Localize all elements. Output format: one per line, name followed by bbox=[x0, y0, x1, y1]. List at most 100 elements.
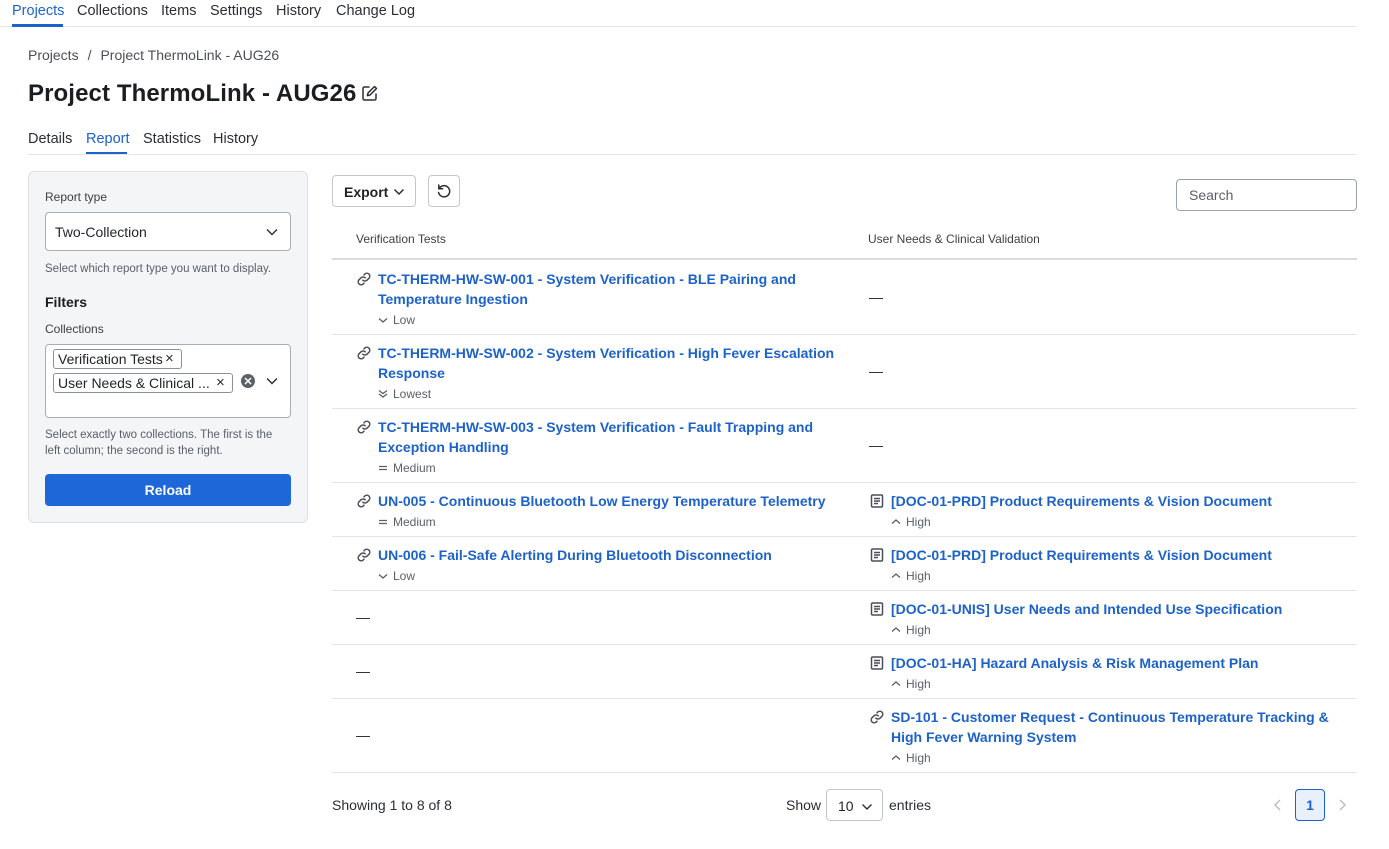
priority-label: Low bbox=[378, 569, 415, 583]
page-title: Project ThermoLink - AUG26 bbox=[28, 80, 357, 107]
nav-change-log[interactable]: Change Log bbox=[336, 3, 415, 19]
nav-history[interactable]: History bbox=[276, 3, 321, 19]
nav-active-indicator bbox=[12, 24, 63, 27]
link-text-line: UN-006 - Fail-Safe Alerting During Bluet… bbox=[378, 547, 772, 563]
priority-text: High bbox=[906, 751, 931, 765]
chevron-right-icon[interactable] bbox=[1336, 798, 1348, 812]
column-header-right[interactable]: User Needs & Clinical Validation bbox=[868, 232, 1040, 246]
link-text-line: [DOC-01-HA] Hazard Analysis & Risk Manag… bbox=[891, 655, 1259, 671]
link-text-line: [DOC-01-PRD] Product Requirements & Visi… bbox=[891, 493, 1272, 509]
user-need-link[interactable]: [DOC-01-UNIS] User Needs and Intended Us… bbox=[891, 599, 1282, 619]
priority-medium-icon bbox=[378, 461, 393, 475]
link-icon bbox=[356, 493, 372, 509]
chevron-down-icon bbox=[393, 188, 405, 196]
priority-label: High bbox=[891, 569, 931, 583]
empty-cell-dash: — bbox=[869, 363, 883, 379]
collections-multiselect[interactable]: Verification Tests × User Needs & Clinic… bbox=[45, 344, 291, 418]
tab-details[interactable]: Details bbox=[28, 131, 72, 147]
user-need-link[interactable]: [DOC-01-HA] Hazard Analysis & Risk Manag… bbox=[891, 653, 1258, 673]
priority-label: High bbox=[891, 677, 931, 691]
tab-report[interactable]: Report bbox=[86, 131, 130, 147]
link-text-line: Temperature Ingestion bbox=[378, 291, 528, 307]
page-size-select[interactable]: 10 bbox=[826, 789, 883, 821]
priority-label: Low bbox=[378, 313, 415, 327]
link-icon bbox=[356, 345, 372, 361]
link-text-line: High Fever Warning System bbox=[891, 729, 1077, 745]
breadcrumb-current: Project ThermoLink - AUG26 bbox=[100, 47, 280, 63]
priority-text: Lowest bbox=[393, 387, 432, 401]
table-row: — [DOC-01-HA] Hazard Analysis & Risk Mana… bbox=[332, 645, 1357, 699]
chevron-down-icon bbox=[266, 229, 278, 236]
link-text-line: Response bbox=[378, 365, 445, 381]
verification-test-link[interactable]: UN-006 - Fail-Safe Alerting During Bluet… bbox=[378, 545, 772, 565]
user-need-link[interactable]: [DOC-01-PRD] Product Requirements & Visi… bbox=[891, 545, 1272, 565]
report-type-value: Two-Collection bbox=[55, 224, 147, 240]
priority-text: High bbox=[906, 623, 931, 637]
reload-button[interactable]: Reload bbox=[45, 474, 291, 506]
priority-text: High bbox=[906, 515, 931, 529]
link-icon bbox=[356, 547, 372, 563]
table-row: TC-THERM-HW-SW-003 - System Verification… bbox=[332, 409, 1357, 483]
empty-cell-dash: — bbox=[356, 609, 370, 625]
page-tabs: Details Report Statistics History bbox=[28, 131, 1357, 155]
refresh-button[interactable] bbox=[428, 175, 460, 207]
link-icon bbox=[356, 419, 372, 435]
collection-chip: Verification Tests × bbox=[53, 349, 182, 369]
page-size-value: 10 bbox=[838, 798, 854, 814]
priority-text: High bbox=[906, 677, 931, 691]
report-type-select[interactable]: Two-Collection bbox=[45, 212, 291, 251]
link-icon bbox=[356, 271, 372, 287]
collections-help-line: left column; the second is the right. bbox=[45, 445, 223, 457]
link-text-line: [DOC-01-UNIS] User Needs and Intended Us… bbox=[891, 601, 1283, 617]
remove-chip-icon[interactable]: × bbox=[165, 350, 174, 367]
tab-active-indicator bbox=[86, 152, 127, 154]
verification-test-link[interactable]: TC-THERM-HW-SW-003 - System Verification… bbox=[378, 417, 813, 457]
edit-icon[interactable] bbox=[361, 84, 379, 102]
export-button[interactable]: Export bbox=[332, 175, 416, 207]
priority-lowest-icon bbox=[378, 387, 393, 401]
document-icon bbox=[869, 655, 885, 671]
chip-label: Verification Tests bbox=[58, 351, 163, 367]
user-need-link[interactable]: [DOC-01-PRD] Product Requirements & Visi… bbox=[891, 491, 1272, 511]
link-text-line: [DOC-01-PRD] Product Requirements & Visi… bbox=[891, 547, 1272, 563]
chevron-left-icon[interactable] bbox=[1272, 798, 1284, 812]
priority-text: High bbox=[906, 569, 931, 583]
nav-settings[interactable]: Settings bbox=[210, 3, 262, 19]
verification-test-link[interactable]: UN-005 - Continuous Bluetooth Low Energy… bbox=[378, 491, 826, 511]
table-row: UN-005 - Continuous Bluetooth Low Energy… bbox=[332, 483, 1357, 537]
nav-projects[interactable]: Projects bbox=[12, 3, 64, 19]
nav-items[interactable]: Items bbox=[161, 3, 196, 19]
chip-label: User Needs & Clinical ... bbox=[58, 375, 210, 391]
priority-text: Medium bbox=[393, 515, 436, 529]
collection-chip: User Needs & Clinical ... × bbox=[53, 373, 233, 393]
verification-test-link[interactable]: TC-THERM-HW-SW-001 - System Verification… bbox=[378, 269, 796, 309]
link-text-line: TC-THERM-HW-SW-002 - System Verification… bbox=[378, 345, 835, 361]
column-header-left[interactable]: Verification Tests bbox=[356, 232, 446, 246]
user-need-link[interactable]: SD-101 - Customer Request - Continuous T… bbox=[891, 707, 1329, 747]
pagination-page-current[interactable]: 1 bbox=[1295, 789, 1325, 821]
link-text-line: TC-THERM-HW-SW-003 - System Verification… bbox=[378, 419, 814, 435]
tab-history[interactable]: History bbox=[213, 131, 258, 147]
clear-all-icon[interactable] bbox=[241, 374, 255, 388]
collections-help: Select exactly two collections. The firs… bbox=[45, 427, 272, 459]
remove-chip-icon[interactable]: × bbox=[216, 374, 225, 391]
priority-high-icon bbox=[891, 515, 906, 529]
priority-text: Low bbox=[393, 569, 416, 583]
chevron-down-icon[interactable] bbox=[266, 376, 278, 386]
nav-collections[interactable]: Collections bbox=[77, 3, 148, 19]
empty-cell-dash: — bbox=[356, 663, 370, 679]
empty-cell-dash: — bbox=[869, 289, 883, 305]
link-text-line: Exception Handling bbox=[378, 439, 509, 455]
tab-statistics[interactable]: Statistics bbox=[143, 131, 201, 147]
breadcrumb-projects[interactable]: Projects bbox=[28, 47, 79, 63]
report-type-help: Select which report type you want to dis… bbox=[45, 263, 272, 275]
top-nav: Projects Collections Items Settings Hist… bbox=[0, 0, 1357, 27]
showing-entries-info: Showing 1 to 8 of 8 bbox=[332, 797, 452, 813]
priority-high-icon bbox=[891, 751, 906, 765]
priority-high-icon bbox=[891, 677, 906, 691]
priority-label: High bbox=[891, 515, 931, 529]
verification-test-link[interactable]: TC-THERM-HW-SW-002 - System Verification… bbox=[378, 343, 834, 383]
priority-label: Medium bbox=[378, 515, 436, 529]
table-header-divider bbox=[332, 258, 1357, 260]
search-input[interactable] bbox=[1176, 179, 1357, 211]
